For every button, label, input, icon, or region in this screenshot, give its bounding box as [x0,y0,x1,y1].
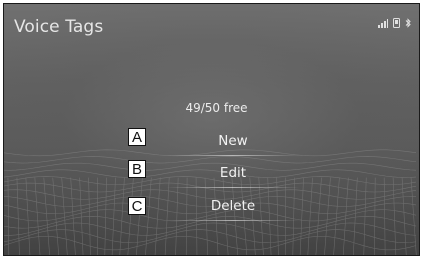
delete-button-label: Delete [210,198,256,214]
new-button[interactable]: New [166,128,300,156]
delete-button[interactable]: Delete [166,193,300,221]
divider [166,187,300,188]
bluetooth-icon [405,18,411,28]
divider [166,220,300,221]
edit-button[interactable]: Edit [166,160,300,188]
status-bar [378,16,411,30]
free-count-text: 49/50 free [185,101,248,115]
callout-c: C [128,197,146,215]
new-button-label: New [218,133,248,149]
signal-bars-icon [378,18,388,28]
phone-icon [393,18,400,28]
divider [166,155,300,156]
voice-tags-screen: Voice Tags 49/50 free New Edit Delete A … [3,3,420,256]
edit-button-label: Edit [219,165,247,181]
screen-title: Voice Tags [14,17,104,37]
callout-b: B [128,160,146,178]
callout-a: A [128,128,146,146]
